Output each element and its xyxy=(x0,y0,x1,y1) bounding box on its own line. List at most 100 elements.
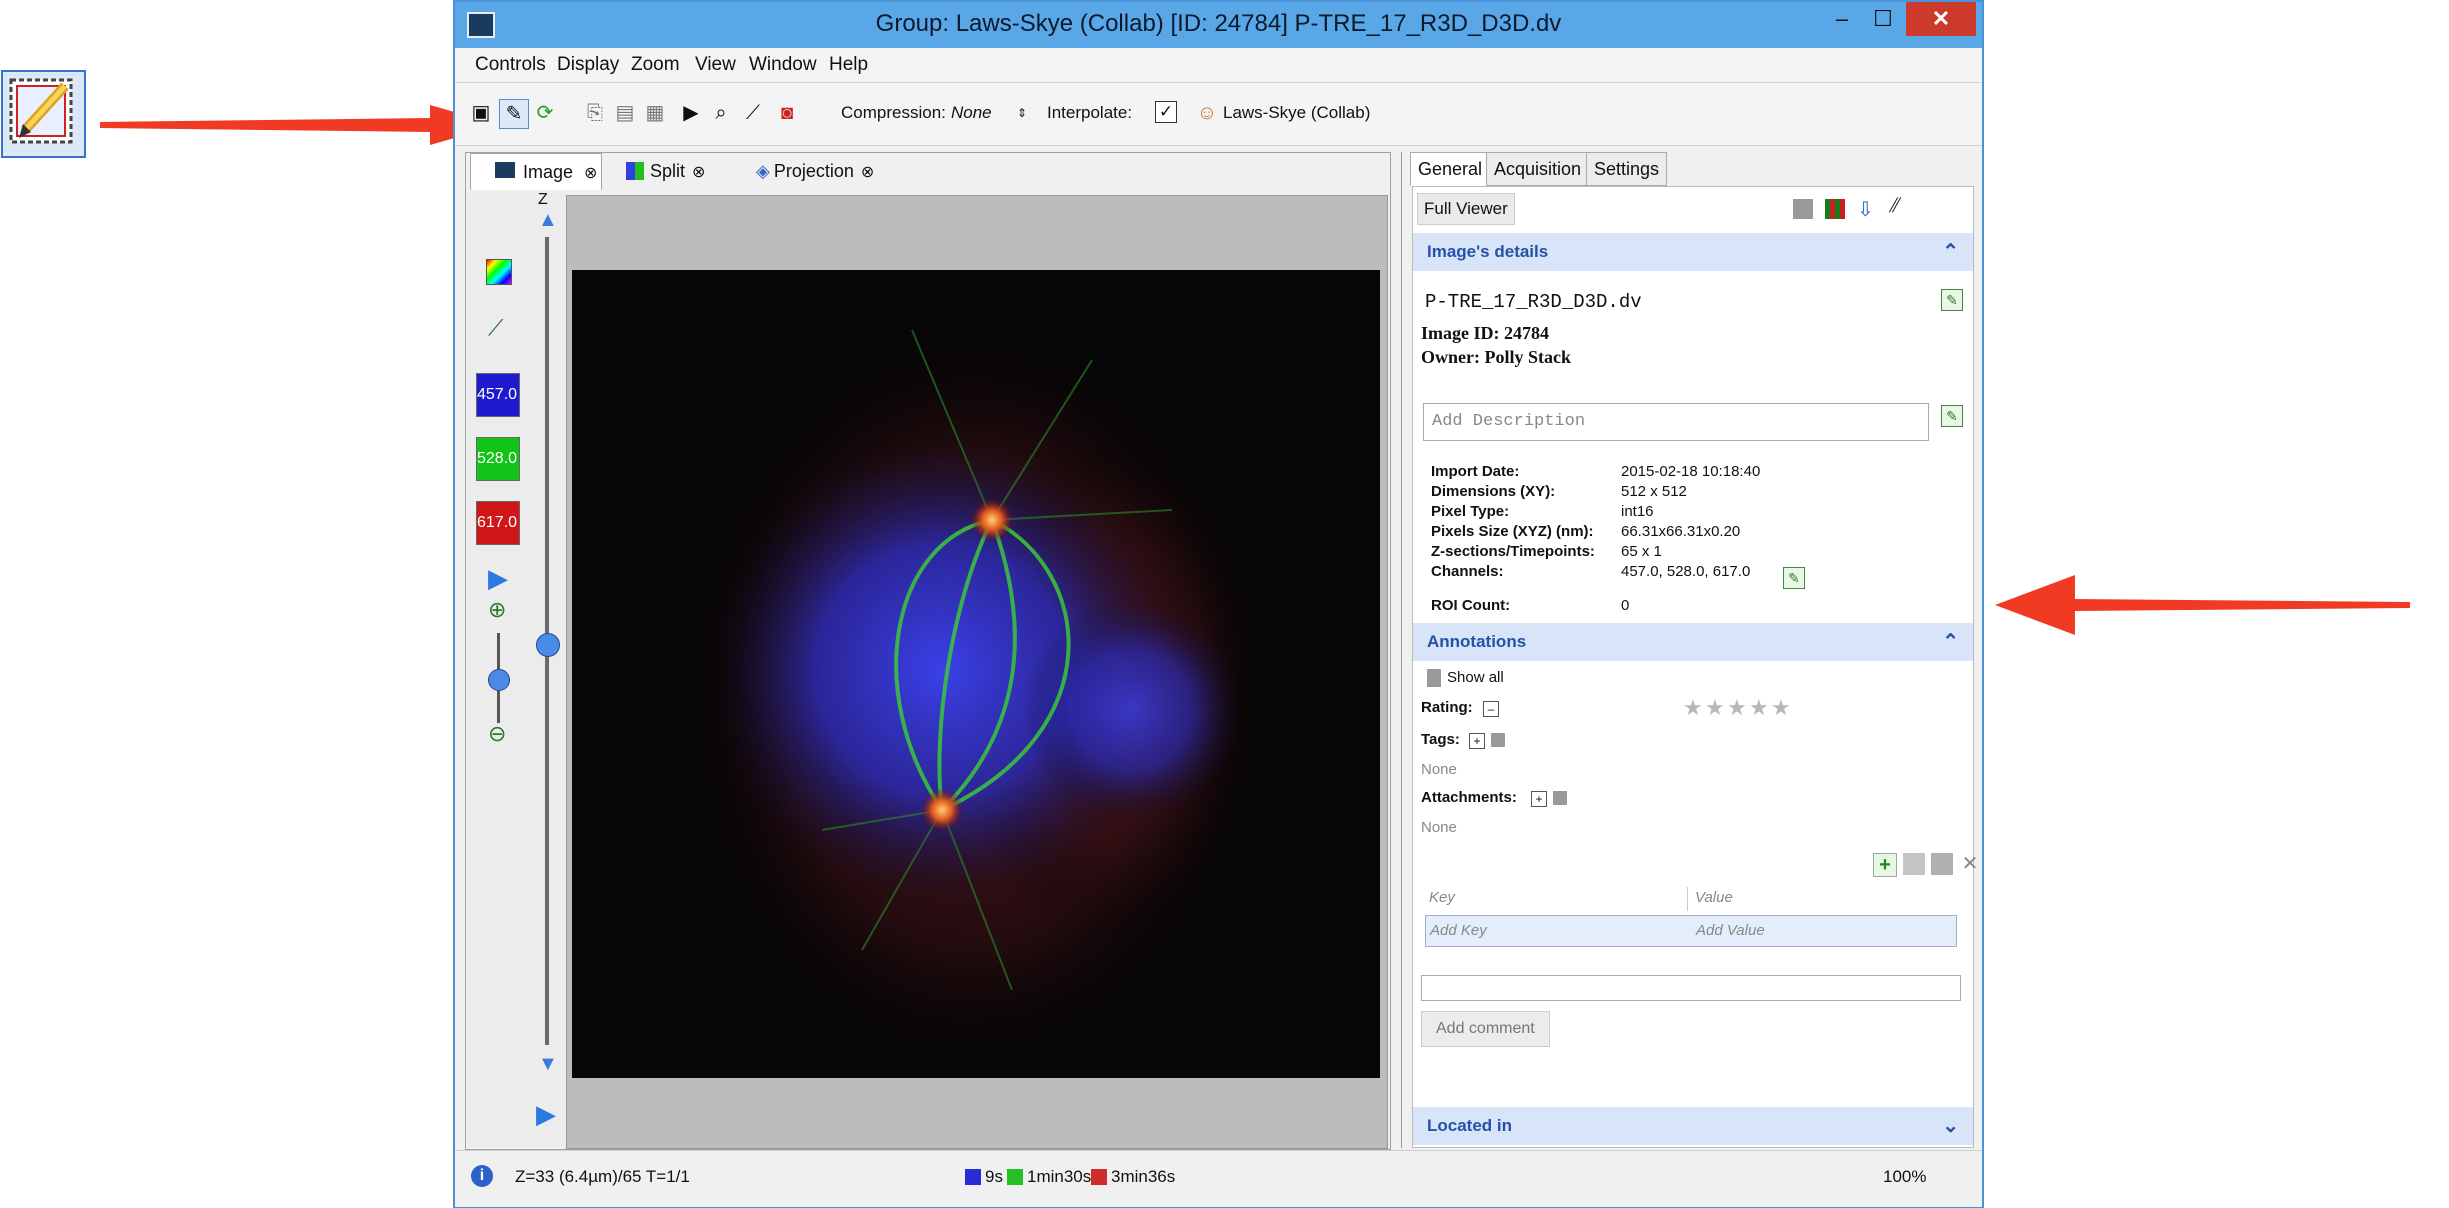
collapse-icon[interactable]: ⌃ xyxy=(1942,623,1959,661)
color-palette-icon[interactable] xyxy=(486,259,512,285)
rating-star[interactable]: ★ xyxy=(1705,695,1725,721)
measure-icon[interactable]: ⟋ xyxy=(739,99,767,127)
channel-button-green[interactable]: 528.0 xyxy=(476,437,520,481)
add-attachment-icon[interactable]: + xyxy=(1531,791,1547,807)
channel-button-red[interactable]: 617.0 xyxy=(476,501,520,545)
zoom-in-icon[interactable]: ⊕ xyxy=(488,597,506,623)
located-in-header[interactable]: Located in ⌄ xyxy=(1413,1107,1973,1145)
viewer-panel: Image ⊗ Split ⊗ ◈ Projection ⊗ ⟋ 457.0 52… xyxy=(465,152,1391,1150)
edit-annotations-icon[interactable]: ✎ xyxy=(499,99,529,129)
zoom-slider-thumb[interactable] xyxy=(488,669,510,691)
compression-select[interactable]: None xyxy=(951,103,992,123)
add-comment-button[interactable]: Add comment xyxy=(1421,1011,1550,1047)
download-icon[interactable]: ⇩ xyxy=(1857,197,1874,222)
close-button[interactable]: ✕ xyxy=(1906,2,1976,36)
tab-acquisition[interactable]: Acquisition xyxy=(1486,152,1590,186)
attachments-value: None xyxy=(1421,819,1457,836)
split-icon xyxy=(626,162,644,180)
channel-button-blue[interactable]: 457.0 xyxy=(476,373,520,417)
copy-icon[interactable]: ⎘ xyxy=(581,99,609,127)
tab-settings[interactable]: Settings xyxy=(1586,152,1668,186)
group-label[interactable]: Laws-Skye (Collab) xyxy=(1223,103,1370,123)
microscopy-image[interactable] xyxy=(572,270,1380,1078)
image-details-header[interactable]: Image's details ⌃ xyxy=(1413,233,1973,271)
annotations-title: Annotations xyxy=(1427,632,1527,651)
refresh-icon[interactable]: ⟳ xyxy=(531,99,559,127)
save-icon[interactable]: ▦ xyxy=(641,99,669,127)
rating-star[interactable]: ★ xyxy=(1727,695,1747,721)
info-icon[interactable]: i xyxy=(471,1165,493,1187)
import-date-label: Import Date: xyxy=(1431,463,1520,480)
snapshot-icon[interactable]: ◙ xyxy=(773,99,801,127)
kv-row[interactable]: Add Key Add Value xyxy=(1425,915,1957,947)
play-z-icon[interactable]: ▶ xyxy=(536,1099,556,1130)
tags-label: Tags: xyxy=(1421,731,1460,748)
minimize-button[interactable]: – xyxy=(1822,2,1862,36)
annotations-header[interactable]: Annotations ⌃ xyxy=(1413,623,1973,661)
z-down-icon[interactable]: ▼ xyxy=(538,1053,558,1076)
rating-star[interactable]: ★ xyxy=(1683,695,1703,721)
menu-view[interactable]: View xyxy=(695,54,736,76)
tab-split[interactable]: Split ⊗ xyxy=(626,153,736,189)
copy-kv-icon[interactable] xyxy=(1903,853,1925,875)
description-input[interactable]: Add Description xyxy=(1423,403,1929,441)
edit-channels-icon[interactable]: ✎ xyxy=(1783,567,1805,589)
image-viewer-window: Group: Laws-Skye (Collab) [ID: 24784] P-… xyxy=(453,0,1984,1208)
comment-input[interactable] xyxy=(1421,975,1961,1001)
add-value-input[interactable]: Add Value xyxy=(1696,922,1765,939)
located-in-title: Located in xyxy=(1427,1116,1513,1135)
kv-value-header: Value xyxy=(1695,889,1733,906)
clear-rating-icon[interactable]: – xyxy=(1483,701,1499,717)
image-window-icon[interactable]: ▣ xyxy=(467,99,495,127)
show-all-icon[interactable] xyxy=(1427,669,1441,687)
close-tab-icon[interactable]: ⊗ xyxy=(861,164,874,181)
zoom-out-icon[interactable]: ⊖ xyxy=(488,721,506,747)
add-tag-icon[interactable]: + xyxy=(1469,733,1485,749)
paste-icon[interactable]: ▤ xyxy=(611,99,639,127)
menu-display[interactable]: Display xyxy=(557,54,619,76)
zoom-icon[interactable]: ⌕ xyxy=(707,99,735,127)
play-icon[interactable]: ▶ xyxy=(488,563,508,594)
edit-name-icon[interactable]: ✎ xyxy=(1941,289,1963,311)
close-tab-icon[interactable]: ⊗ xyxy=(584,165,597,182)
z-slider-thumb[interactable] xyxy=(536,633,560,657)
menu-zoom[interactable]: Zoom xyxy=(631,54,680,76)
attachment-options-icon[interactable] xyxy=(1553,791,1567,805)
sections-label: Z-sections/Timepoints: xyxy=(1431,543,1595,560)
rating-star[interactable]: ★ xyxy=(1749,695,1769,721)
chart-icon[interactable]: ⫽ xyxy=(1889,195,1898,218)
add-key-value-icon[interactable]: + xyxy=(1873,853,1897,877)
paste-kv-icon[interactable] xyxy=(1931,853,1953,875)
menu-window[interactable]: Window xyxy=(749,54,817,76)
tab-projection[interactable]: ◈ Projection ⊗ xyxy=(756,153,916,189)
compression-chevron-icon[interactable]: ⇕ xyxy=(1017,106,1027,120)
rating-star[interactable]: ★ xyxy=(1771,695,1791,721)
z-up-icon[interactable]: ▲ xyxy=(538,209,558,232)
pixel-type-value: int16 xyxy=(1621,503,1654,520)
menu-controls[interactable]: Controls xyxy=(475,54,546,76)
interpolate-checkbox[interactable]: ✓ xyxy=(1155,101,1177,123)
add-key-input[interactable]: Add Key xyxy=(1430,922,1487,939)
save-icon[interactable] xyxy=(1793,199,1813,219)
expand-icon[interactable]: ⌄ xyxy=(1942,1107,1959,1145)
dimensions-value: 512 x 512 xyxy=(1621,483,1687,500)
close-tab-icon[interactable]: ⊗ xyxy=(692,164,705,181)
eyedropper-icon[interactable]: ⟋ xyxy=(488,315,503,341)
edit-icon-callout xyxy=(1,70,86,158)
tab-image[interactable]: Image ⊗ xyxy=(470,153,602,190)
toolbar: ▣ ✎ ⟳ ⎘ ▤ ▦ ▶ ⌕ ⟋ ◙ Compression: None ⇕ … xyxy=(455,83,1982,146)
movie-icon[interactable]: ▶ xyxy=(677,99,705,127)
grid-view-icon[interactable] xyxy=(1825,199,1845,219)
menu-help[interactable]: Help xyxy=(829,54,868,76)
edit-description-icon[interactable]: ✎ xyxy=(1941,405,1963,427)
collapse-icon[interactable]: ⌃ xyxy=(1942,233,1959,271)
maximize-button[interactable]: ☐ xyxy=(1863,2,1903,36)
menu-bar: Controls Display Zoom View Window Help xyxy=(455,48,1982,83)
delete-kv-icon[interactable]: ✕ xyxy=(1959,853,1981,875)
tab-general[interactable]: General xyxy=(1410,152,1491,186)
image-canvas[interactable] xyxy=(566,195,1388,1149)
show-all-link[interactable]: Show all xyxy=(1447,669,1504,686)
tab-projection-label: Projection xyxy=(773,161,854,181)
kv-divider xyxy=(1687,887,1688,911)
tag-options-icon[interactable] xyxy=(1491,733,1505,747)
